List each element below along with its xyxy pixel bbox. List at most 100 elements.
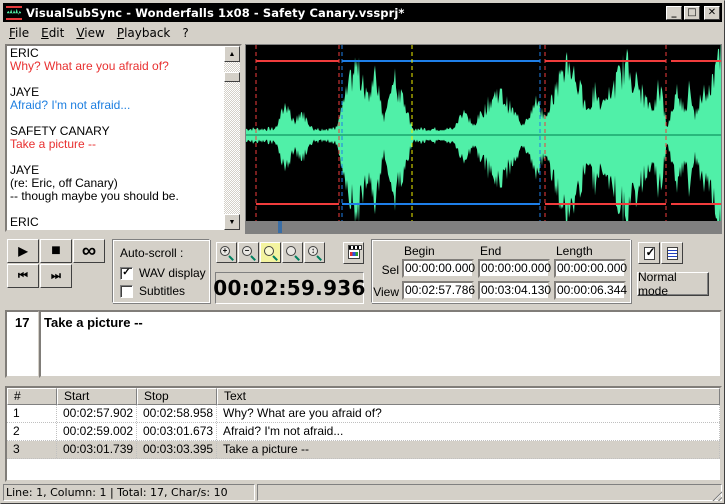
app-window: VisualSubSync - Wonderfalls 1x08 - Safet…	[0, 0, 725, 504]
table-row-selected[interactable]: 3 00:03:01.739 00:03:03.395 Take a pictu…	[7, 441, 720, 459]
zoom-all-button[interactable]	[282, 242, 303, 263]
view-length-field[interactable]: 00:00:06.344	[554, 281, 627, 300]
sel-end-field[interactable]: 00:00:00.000	[478, 259, 551, 278]
cell-text: Take a picture --	[217, 441, 720, 458]
maximize-button[interactable]: □	[684, 5, 700, 20]
cell-number: 2	[7, 423, 57, 440]
autoscroll-label: Auto-scroll :	[120, 246, 184, 260]
text-pipe-button[interactable]	[661, 242, 683, 264]
document-icon	[666, 246, 678, 260]
menu-file[interactable]: File	[3, 26, 35, 40]
column-header-number[interactable]: #	[7, 388, 57, 405]
arrow-down-icon: ▼	[228, 218, 236, 226]
zoom-selection-icon	[264, 246, 274, 256]
loop-button[interactable]: ∞	[73, 239, 105, 263]
zoom-all-icon	[286, 246, 296, 256]
skip-forward-icon: ⏭	[51, 269, 61, 282]
window-title: VisualSubSync - Wonderfalls 1x08 - Safet…	[26, 5, 405, 20]
menu-help[interactable]: ?	[176, 26, 194, 40]
cell-stop: 00:03:03.395	[137, 441, 217, 458]
times-group: Begin End Length Sel View 00:00:00.000 0…	[371, 239, 631, 303]
zoom-vertical-button[interactable]: ↕	[304, 242, 325, 263]
menu-bar: File Edit View Playback ?	[3, 23, 195, 42]
script-scrollbar[interactable]: ▲ ▼	[224, 46, 240, 230]
clapperboard-icon	[348, 245, 362, 259]
zoom-out-button[interactable]: −	[238, 242, 259, 263]
subtitles-label: Subtitles	[139, 284, 186, 298]
view-label: View	[373, 285, 399, 299]
scroll-up-button[interactable]: ▲	[224, 46, 240, 62]
zoom-toolbar: + − ↕	[216, 242, 326, 263]
table-row[interactable]: 1 00:02:57.902 00:02:58.958 Why? What ar…	[7, 405, 720, 423]
checkmark-icon: ✓	[122, 267, 131, 278]
script-line: ERIC	[10, 215, 39, 229]
video-button[interactable]	[343, 242, 364, 264]
stop-button[interactable]: ■	[40, 239, 72, 263]
previous-button[interactable]: ⏮	[7, 264, 39, 288]
cell-start: 00:02:57.902	[57, 405, 137, 422]
sel-length-field[interactable]: 00:00:00.000	[554, 259, 627, 278]
end-header: End	[480, 244, 502, 258]
close-icon: ✕	[707, 7, 717, 18]
subtitle-list[interactable]: # Start Stop Text 1 00:02:57.902 00:02:5…	[5, 386, 722, 482]
cell-start: 00:03:01.739	[57, 441, 137, 458]
script-line: Afraid? I'm not afraid...	[10, 98, 131, 112]
cell-stop: 00:02:58.958	[137, 405, 217, 422]
status-text: Line: 1, Column: 1 | Total: 17, Char/s: …	[3, 484, 255, 501]
wav-display-label: WAV display	[139, 266, 206, 280]
play-icon: ▶	[18, 244, 28, 258]
script-line: Take a picture --	[10, 137, 97, 151]
column-header-text[interactable]: Text	[217, 388, 720, 405]
zoom-in-button[interactable]: +	[216, 242, 237, 263]
play-button[interactable]: ▶	[7, 239, 39, 263]
status-panel-right	[257, 484, 722, 501]
cell-number: 3	[7, 441, 57, 458]
zoom-vertical-icon: ↕	[308, 246, 318, 256]
zoom-selection-button[interactable]	[260, 242, 281, 263]
script-pane[interactable]: ERIC Why? What are you afraid of? JAYE Afr…	[5, 44, 242, 232]
view-begin-field[interactable]: 00:02:57.786	[402, 281, 475, 300]
cell-stop: 00:03:01.673	[137, 423, 217, 440]
length-header: Length	[556, 244, 593, 258]
status-bar: Line: 1, Column: 1 | Total: 17, Char/s: …	[3, 484, 722, 502]
playback-controls: ▶ ■ ∞ ⏮ ⏭	[7, 239, 109, 289]
waveform-scrollbar[interactable]	[246, 221, 721, 233]
wav-display-checkbox-row[interactable]: ✓ WAV display	[120, 266, 206, 280]
column-header-stop[interactable]: Stop	[137, 388, 217, 405]
column-header-start[interactable]: Start	[57, 388, 137, 405]
close-button[interactable]: ✕	[704, 5, 720, 20]
title-bar[interactable]: VisualSubSync - Wonderfalls 1x08 - Safet…	[3, 3, 722, 22]
waveform-display[interactable]	[245, 44, 722, 234]
loop-icon: ∞	[81, 239, 97, 262]
menu-view[interactable]: View	[70, 26, 110, 40]
normal-mode-button[interactable]: Normal mode	[637, 270, 709, 298]
zoom-out-icon: −	[242, 246, 252, 256]
table-row[interactable]: 2 00:02:59.002 00:03:01.673 Afraid? I'm …	[7, 423, 720, 441]
waveform-shape	[246, 45, 721, 221]
check-errors-button[interactable]: ✓	[638, 242, 660, 264]
wav-display-checkbox[interactable]: ✓	[120, 266, 133, 280]
sel-label: Sel	[381, 263, 399, 277]
view-end-field[interactable]: 00:03:04.130	[478, 281, 551, 300]
sel-begin-field[interactable]: 00:00:00.000	[402, 259, 475, 278]
minimize-button[interactable]: _	[666, 5, 682, 20]
menu-edit[interactable]: Edit	[35, 26, 70, 40]
cell-start: 00:02:59.002	[57, 423, 137, 440]
scroll-down-button[interactable]: ▼	[224, 214, 240, 230]
scroll-thumb[interactable]	[224, 72, 240, 82]
subtitle-index: 17	[5, 310, 40, 378]
menu-playback[interactable]: Playback	[111, 26, 177, 40]
arrow-up-icon: ▲	[228, 50, 236, 58]
subtitles-checkbox[interactable]	[120, 284, 133, 298]
subtitles-checkbox-row[interactable]: Subtitles	[120, 284, 185, 298]
cell-text: Afraid? I'm not afraid...	[217, 423, 720, 440]
zoom-in-icon: +	[220, 246, 230, 256]
autoscroll-group: Auto-scroll : ✓ WAV display Subtitles	[112, 239, 210, 303]
current-time-display: 00:02:59.936	[213, 272, 365, 304]
next-button[interactable]: ⏭	[40, 264, 72, 288]
script-line: -- though maybe you should be.	[10, 189, 179, 203]
cell-number: 1	[7, 405, 57, 422]
minimize-icon: _	[671, 7, 677, 18]
waveform-position-cursor[interactable]	[278, 221, 282, 233]
subtitle-text-editor[interactable]: Take a picture --	[39, 310, 722, 378]
